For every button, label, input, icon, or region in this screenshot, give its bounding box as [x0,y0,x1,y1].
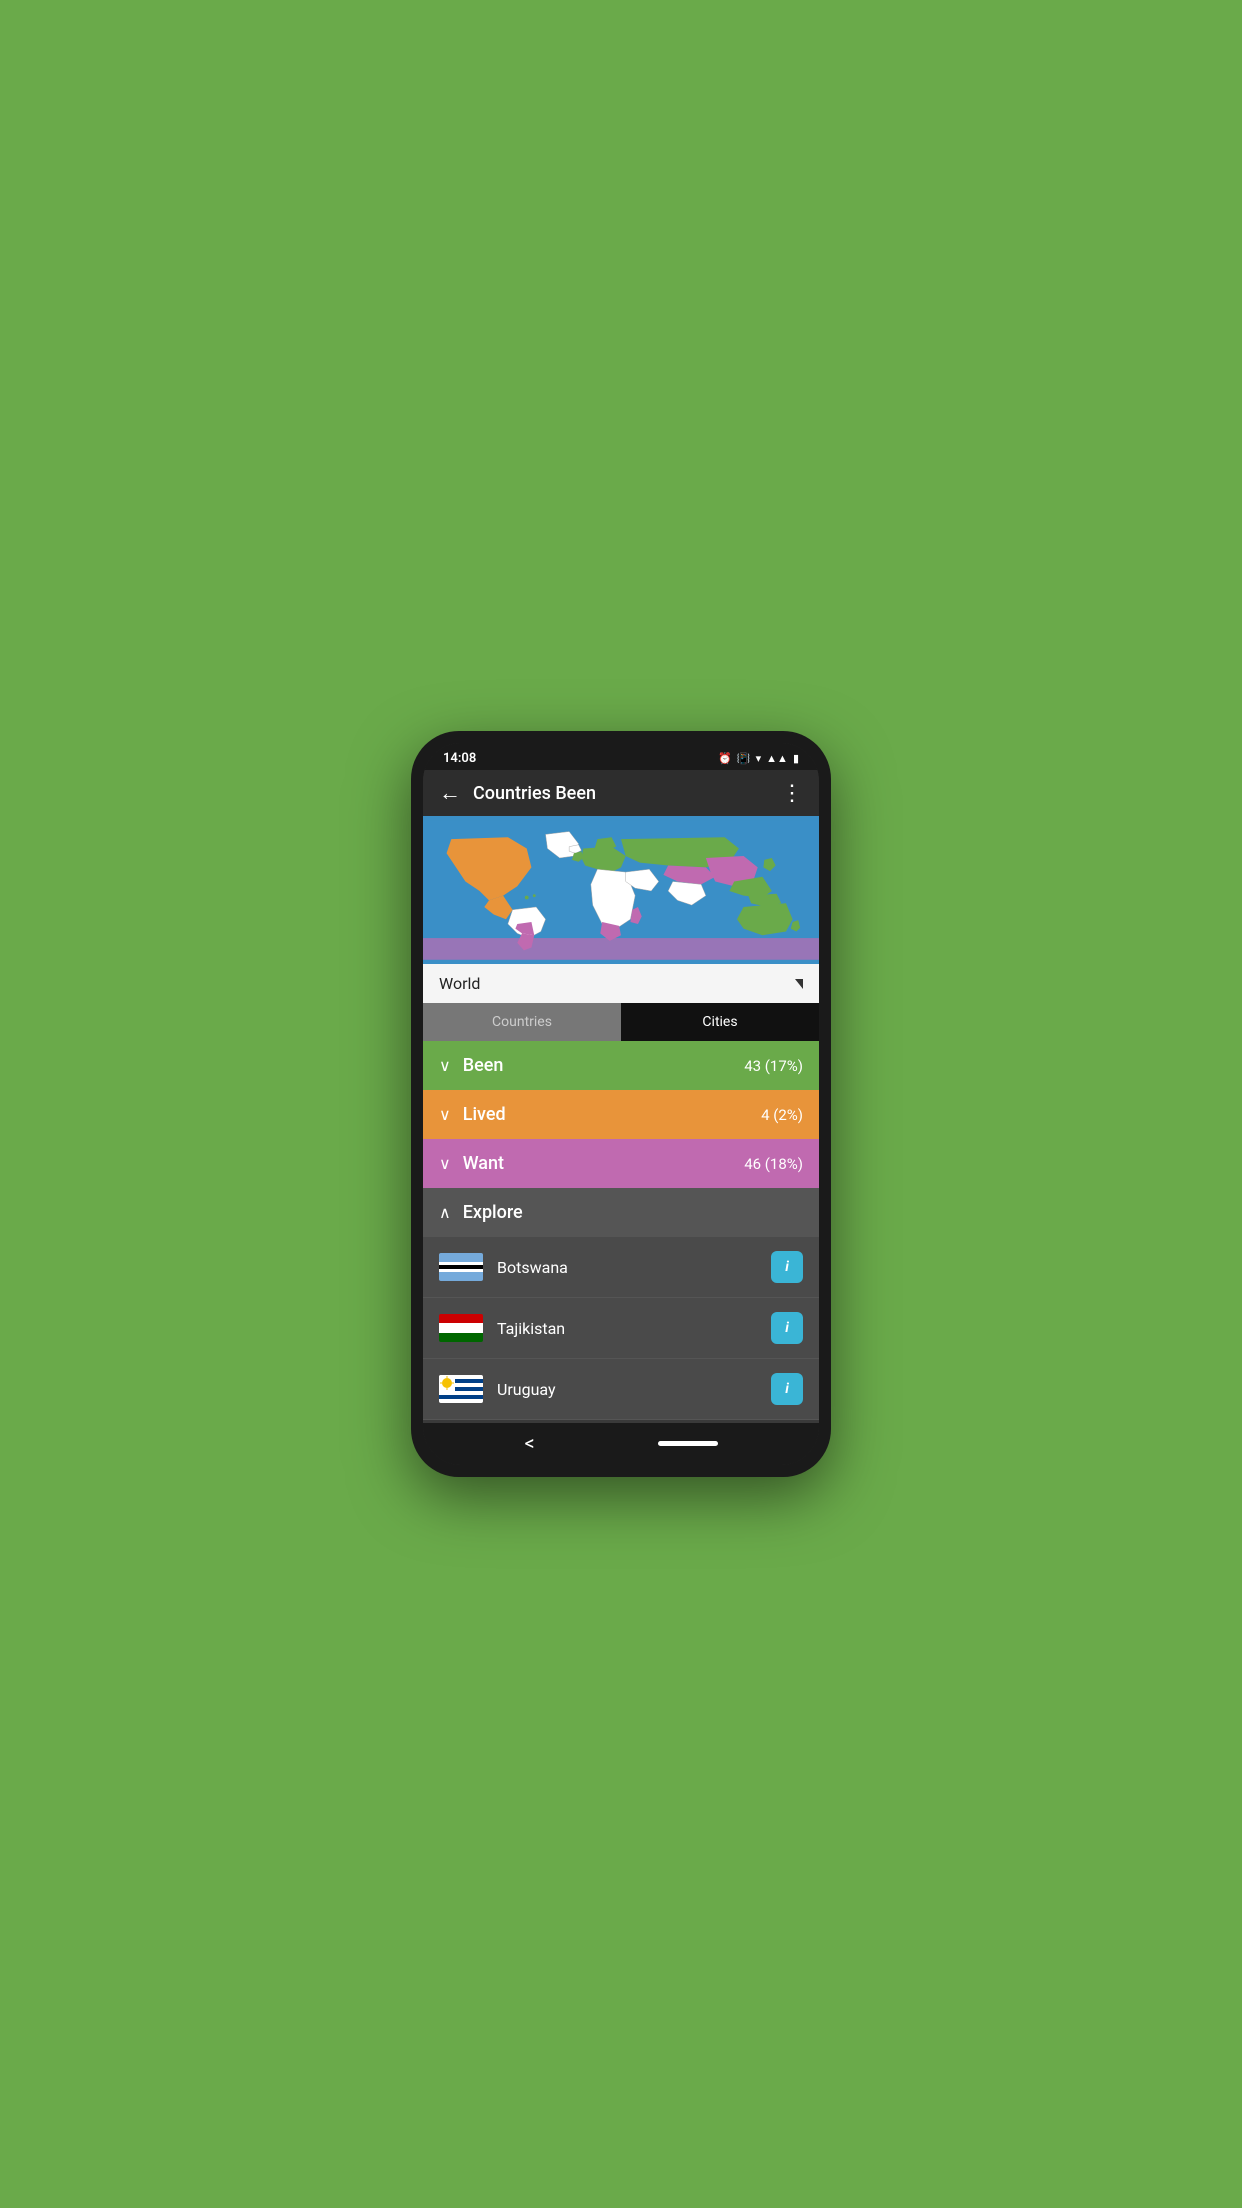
country-item-botswana[interactable]: Botswana i [423,1237,819,1298]
back-button[interactable]: ← [439,780,461,806]
phone-shell: 14:08 ⏰ 📳 ▾ ▲▲ ▮ ← Countries Been ⋮ [411,731,831,1477]
country-name-tajikistan: Tajikistan [497,1319,771,1338]
country-name-uruguay: Uruguay [497,1380,771,1399]
nav-home-button[interactable] [658,1441,718,1446]
world-map [423,816,819,964]
lived-chevron-icon: ∨ [439,1105,451,1124]
tab-bar: Countries Cities [423,1003,819,1041]
want-label: Want [463,1153,744,1174]
country-item-tajikistan[interactable]: Tajikistan i [423,1298,819,1359]
tab-cities[interactable]: Cities [621,1003,819,1041]
section-been[interactable]: ∨ Been 43 (17%) [423,1041,819,1090]
dropdown-arrow-icon [795,979,803,989]
info-button-tajikistan[interactable]: i [771,1312,803,1344]
country-item-uruguay[interactable]: Uruguay i [423,1359,819,1420]
battery-icon: ▮ [793,752,799,765]
status-icons: ⏰ 📳 ▾ ▲▲ ▮ [718,752,799,765]
section-lived[interactable]: ∨ Lived 4 (2%) [423,1090,819,1139]
info-button-botswana[interactable]: i [771,1251,803,1283]
section-explore[interactable]: ∧ Explore [423,1188,819,1237]
been-label: Been [463,1055,744,1076]
explore-chevron-icon: ∧ [439,1203,451,1222]
tab-countries[interactable]: Countries [423,1003,621,1041]
lived-count: 4 (2%) [761,1106,803,1124]
flag-tajikistan [439,1314,483,1342]
nav-bar: < [423,1423,819,1465]
status-time: 14:08 [443,751,476,766]
flag-uruguay [439,1375,483,1403]
app-bar: ← Countries Been ⋮ [423,770,819,816]
wifi-icon: ▾ [756,752,762,765]
info-button-uruguay[interactable]: i [771,1373,803,1405]
lived-label: Lived [463,1104,761,1125]
signal-icon: ▲▲ [766,752,788,765]
phone-screen: 14:08 ⏰ 📳 ▾ ▲▲ ▮ ← Countries Been ⋮ [423,743,819,1465]
alarm-icon: ⏰ [718,752,732,765]
app-title: Countries Been [473,783,781,804]
flag-botswana [439,1253,483,1281]
status-bar: 14:08 ⏰ 📳 ▾ ▲▲ ▮ [423,743,819,770]
nav-back-button[interactable]: < [524,1431,534,1455]
content-area: ∨ Been 43 (17%) ∨ Lived 4 (2%) ∨ Want 46… [423,1041,819,1423]
been-chevron-icon: ∨ [439,1056,451,1075]
world-selector[interactable]: World [423,964,819,1003]
want-count: 46 (18%) [744,1155,803,1173]
explore-label: Explore [463,1202,803,1223]
country-name-botswana: Botswana [497,1258,771,1277]
world-selector-label: World [439,974,480,993]
menu-button[interactable]: ⋮ [781,781,803,806]
want-chevron-icon: ∨ [439,1154,451,1173]
been-count: 43 (17%) [744,1057,803,1075]
section-want[interactable]: ∨ Want 46 (18%) [423,1139,819,1188]
vibrate-icon: 📳 [737,752,751,765]
